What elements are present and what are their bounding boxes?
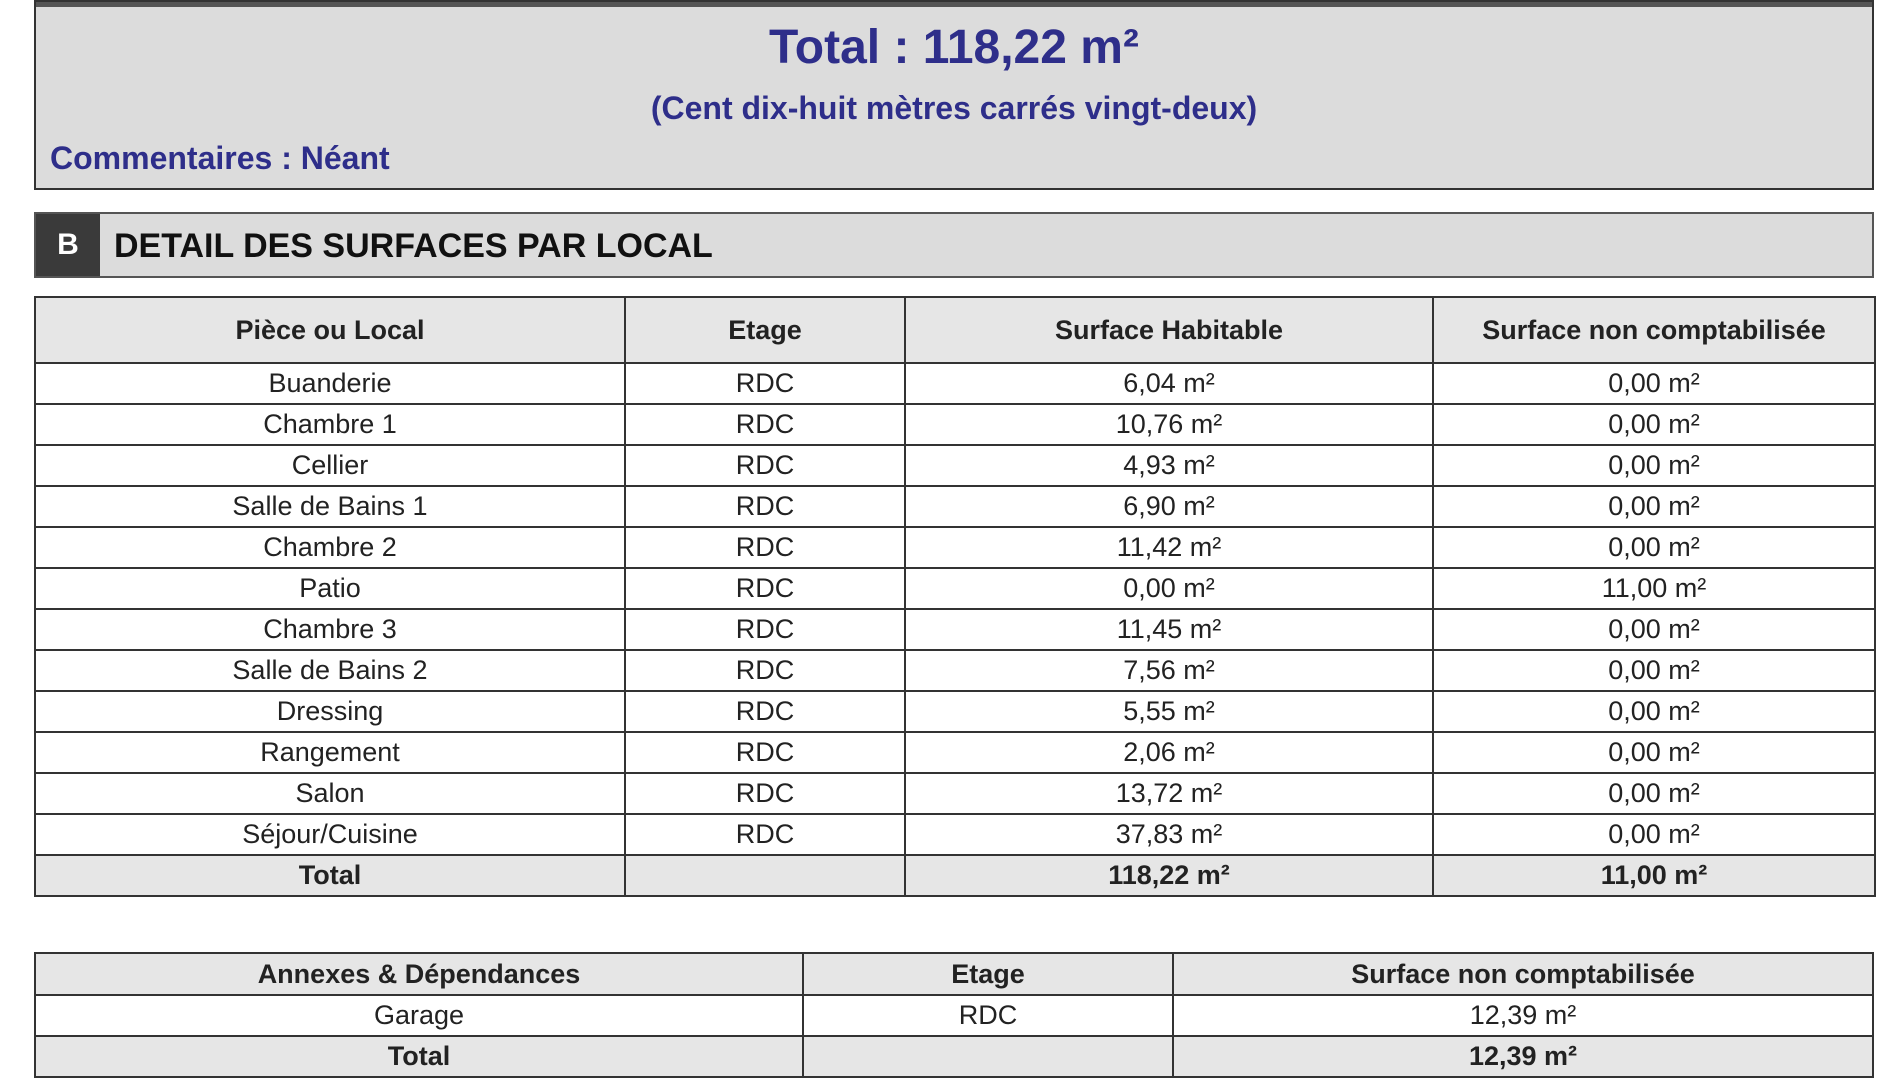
surface-summary-box: Total : 118,22 m² (Cent dix-huit mètres … <box>34 0 1874 190</box>
table-cell: RDC <box>624 731 906 774</box>
annexes-table-body: Garage RDC 12,39 m² Total 12,39 m² <box>34 994 1874 1078</box>
column-header-floor: Etage <box>802 952 1174 996</box>
table-cell: RDC <box>624 649 906 692</box>
table-cell: 7,56 m² <box>904 649 1434 692</box>
total-cell: 11,00 m² <box>1432 854 1876 897</box>
table-cell: 0,00 m² <box>1432 813 1876 856</box>
total-cell <box>802 1035 1174 1078</box>
column-header-living-surface: Surface Habitable <box>904 296 1434 364</box>
table-cell: 0,00 m² <box>1432 526 1876 569</box>
column-header-excluded-surface: Surface non comptabilisée <box>1432 296 1876 364</box>
table-cell: Buanderie <box>34 362 626 405</box>
table-row: Buanderie RDC 6,04 m² 0,00 m² <box>34 362 1876 405</box>
table-cell: Chambre 2 <box>34 526 626 569</box>
table-row: Patio RDC 0,00 m² 11,00 m² <box>34 567 1876 610</box>
surfaces-table: Pièce ou Local Etage Surface Habitable S… <box>34 296 1876 897</box>
table-row: Salon RDC 13,72 m² 0,00 m² <box>34 772 1876 815</box>
table-cell: Dressing <box>34 690 626 733</box>
table-row: Rangement RDC 2,06 m² 0,00 m² <box>34 731 1876 774</box>
table-cell: Chambre 3 <box>34 608 626 651</box>
total-cell: 12,39 m² <box>1172 1035 1874 1078</box>
table-cell: RDC <box>624 403 906 446</box>
table-cell: Chambre 1 <box>34 403 626 446</box>
table-cell: 10,76 m² <box>904 403 1434 446</box>
table-cell: 0,00 m² <box>1432 362 1876 405</box>
table-cell: Rangement <box>34 731 626 774</box>
table-cell: 5,55 m² <box>904 690 1434 733</box>
column-header-floor: Etage <box>624 296 906 364</box>
table-row: Séjour/Cuisine RDC 37,83 m² 0,00 m² <box>34 813 1876 856</box>
table-cell: Patio <box>34 567 626 610</box>
table-cell: 0,00 m² <box>1432 649 1876 692</box>
total-cell: Total <box>34 854 626 897</box>
surfaces-table-body: Buanderie RDC 6,04 m² 0,00 m² Chambre 1 RDC 10… <box>34 362 1876 897</box>
total-cell: 118,22 m² <box>904 854 1434 897</box>
table-row: Dressing RDC 5,55 m² 0,00 m² <box>34 690 1876 733</box>
column-header-room: Pièce ou Local <box>34 296 626 364</box>
table-cell: 0,00 m² <box>1432 403 1876 446</box>
total-cell: Total <box>34 1035 804 1078</box>
table-row: Chambre 2 RDC 11,42 m² 0,00 m² <box>34 526 1876 569</box>
table-cell: Salle de Bains 2 <box>34 649 626 692</box>
section-title: DETAIL DES SURFACES PAR LOCAL <box>114 227 713 265</box>
table-cell: Salon <box>34 772 626 815</box>
table-row: Chambre 1 RDC 10,76 m² 0,00 m² <box>34 403 1876 446</box>
table-header-row: Pièce ou Local Etage Surface Habitable S… <box>34 296 1876 364</box>
table-cell: RDC <box>624 813 906 856</box>
table-cell: 0,00 m² <box>1432 772 1876 815</box>
table-cell: RDC <box>624 485 906 528</box>
table-cell: 0,00 m² <box>1432 485 1876 528</box>
section-badge: B <box>36 214 100 276</box>
table-row: Garage RDC 12,39 m² <box>34 994 1874 1037</box>
table-cell: 37,83 m² <box>904 813 1434 856</box>
table-cell: RDC <box>624 772 906 815</box>
column-header-excluded-surface: Surface non comptabilisée <box>1172 952 1874 996</box>
table-cell: 2,06 m² <box>904 731 1434 774</box>
total-surface-title: Total : 118,22 m² <box>769 21 1139 74</box>
table-cell: RDC <box>624 608 906 651</box>
section-header: B DETAIL DES SURFACES PAR LOCAL <box>34 212 1874 278</box>
table-cell: 6,90 m² <box>904 485 1434 528</box>
table-cell: RDC <box>624 362 906 405</box>
table-cell: 12,39 m² <box>1172 994 1874 1037</box>
table-cell: RDC <box>624 567 906 610</box>
table-cell: 0,00 m² <box>1432 731 1876 774</box>
table-cell: 0,00 m² <box>1432 444 1876 487</box>
total-row: Total 118,22 m² 11,00 m² <box>34 854 1876 897</box>
table-cell: RDC <box>624 526 906 569</box>
table-cell: Garage <box>34 994 804 1037</box>
table-cell: 11,42 m² <box>904 526 1434 569</box>
table-row: Salle de Bains 1 RDC 6,90 m² 0,00 m² <box>34 485 1876 528</box>
table-header-row: Annexes & Dépendances Etage Surface non … <box>34 952 1874 996</box>
table-cell: RDC <box>802 994 1174 1037</box>
table-cell: 4,93 m² <box>904 444 1434 487</box>
table-row: Chambre 3 RDC 11,45 m² 0,00 m² <box>34 608 1876 651</box>
comments-line: Commentaires : Néant <box>50 140 390 176</box>
table-cell: 11,00 m² <box>1432 567 1876 610</box>
table-cell: Séjour/Cuisine <box>34 813 626 856</box>
total-row: Total 12,39 m² <box>34 1035 1874 1078</box>
total-cell <box>624 854 906 897</box>
table-cell: 0,00 m² <box>1432 690 1876 733</box>
column-header-annex: Annexes & Dépendances <box>34 952 804 996</box>
table-cell: 0,00 m² <box>1432 608 1876 651</box>
table-cell: 0,00 m² <box>904 567 1434 610</box>
table-cell: 11,45 m² <box>904 608 1434 651</box>
table-row: Cellier RDC 4,93 m² 0,00 m² <box>34 444 1876 487</box>
annexes-table: Annexes & Dépendances Etage Surface non … <box>34 952 1874 1078</box>
table-cell: 6,04 m² <box>904 362 1434 405</box>
table-cell: Cellier <box>34 444 626 487</box>
table-cell: 13,72 m² <box>904 772 1434 815</box>
total-surface-in-words: (Cent dix-huit mètres carrés vingt-deux) <box>650 90 1258 126</box>
summary-top-border <box>36 2 1872 7</box>
table-cell: Salle de Bains 1 <box>34 485 626 528</box>
table-row: Salle de Bains 2 RDC 7,56 m² 0,00 m² <box>34 649 1876 692</box>
table-cell: RDC <box>624 690 906 733</box>
table-cell: RDC <box>624 444 906 487</box>
